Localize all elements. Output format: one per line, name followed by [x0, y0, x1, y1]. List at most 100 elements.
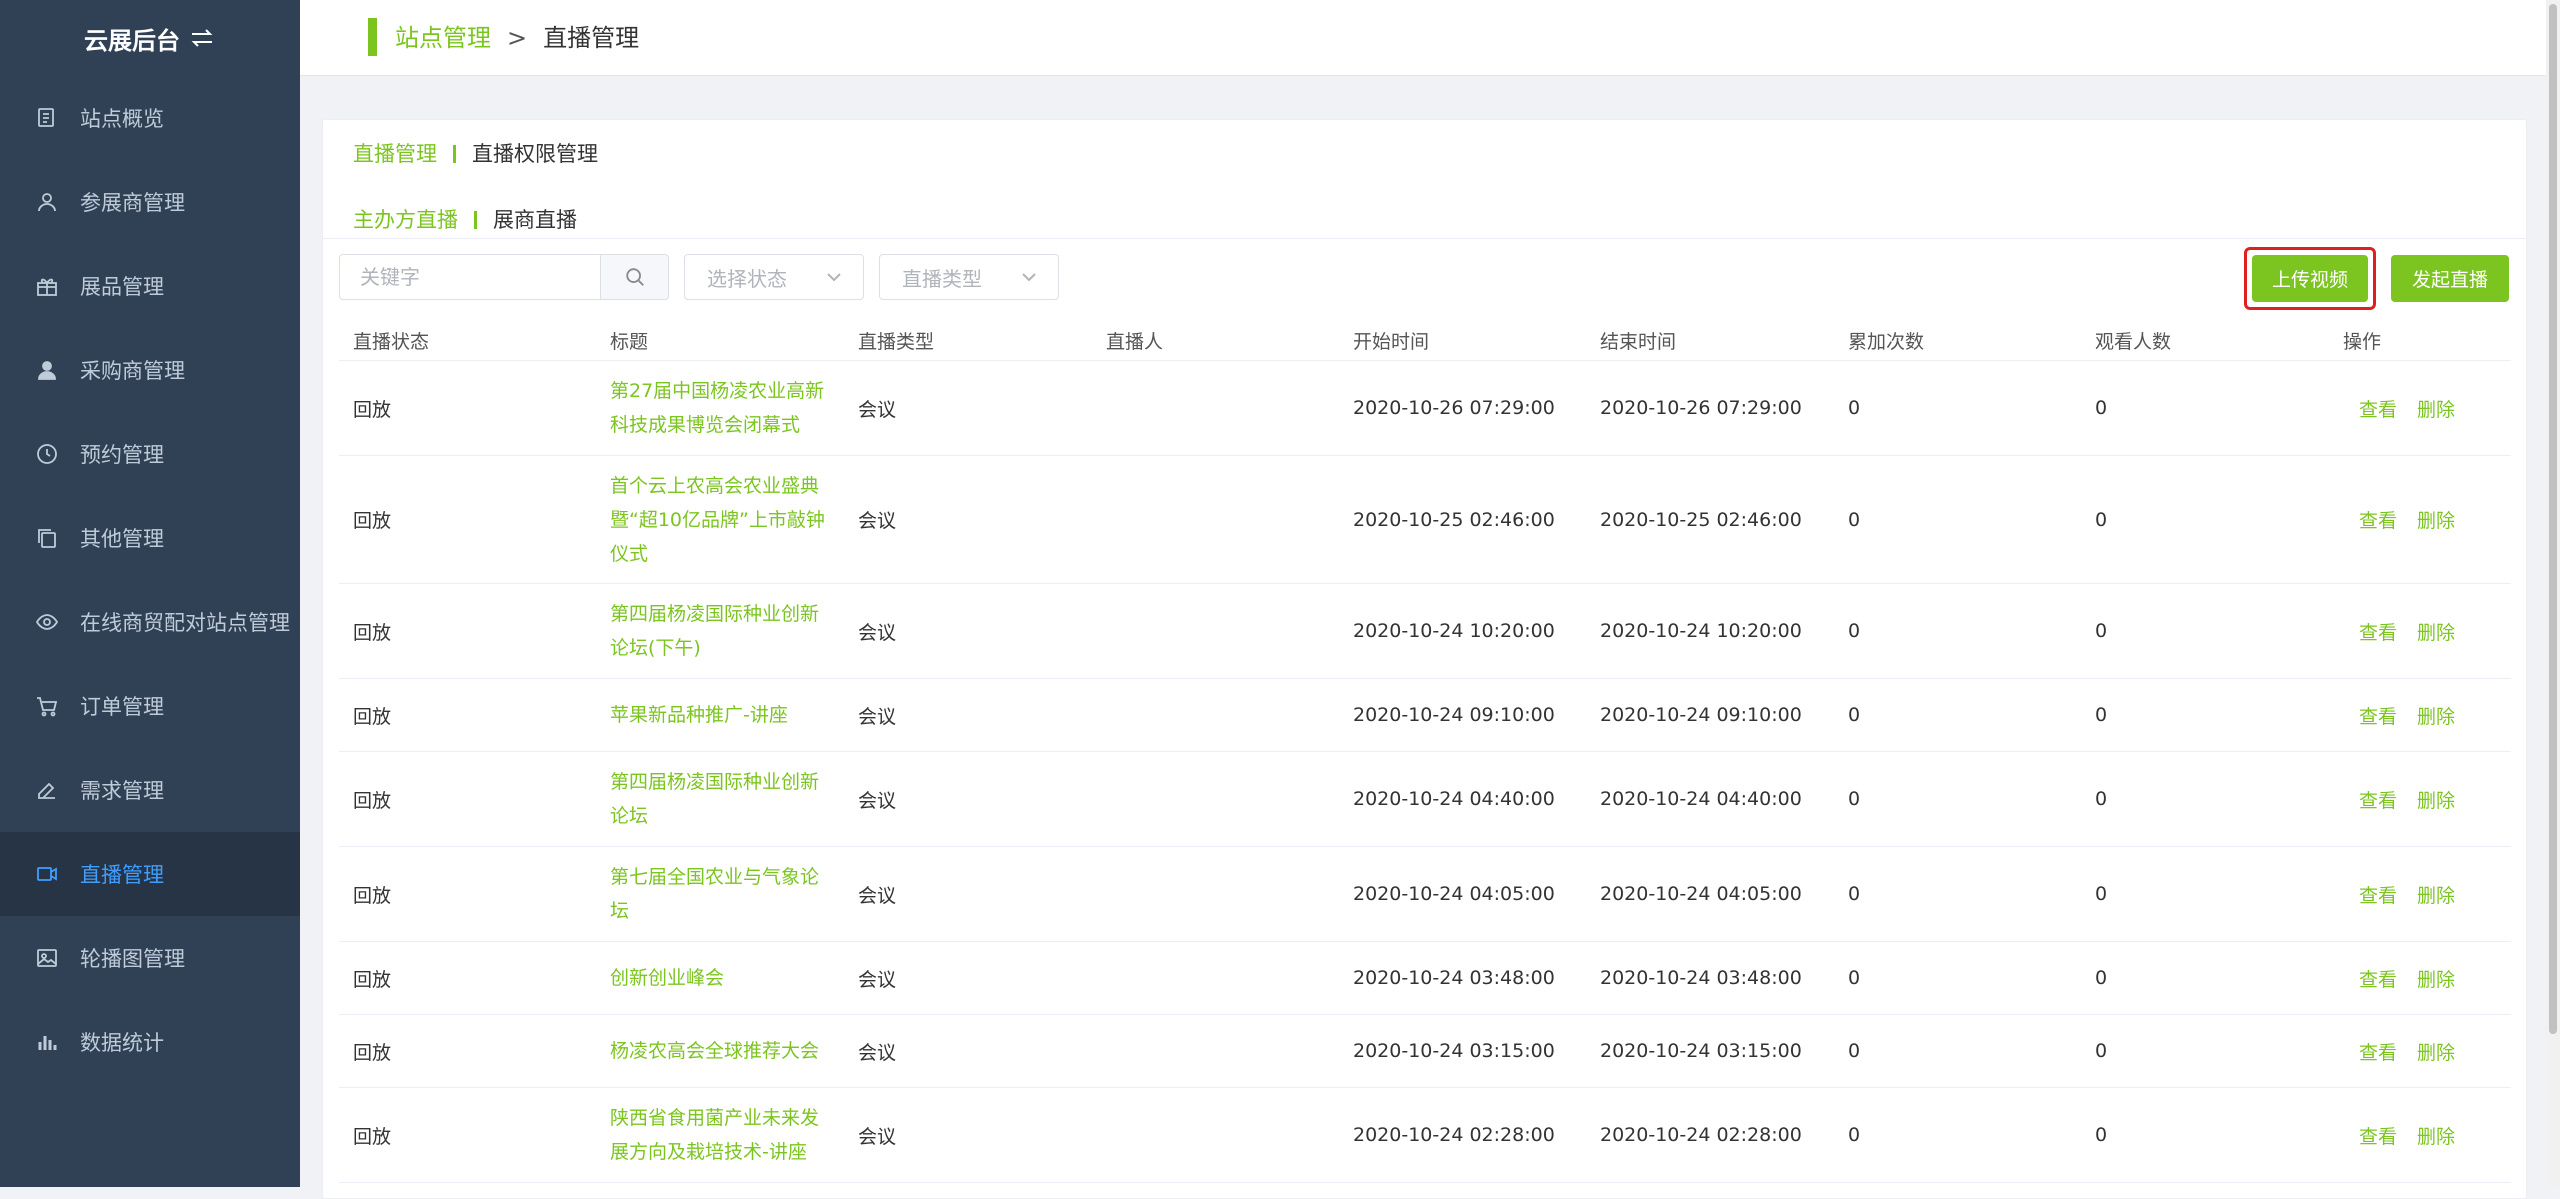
view-link[interactable]: 查看	[2359, 702, 2397, 729]
cell-count: 0	[1848, 883, 1861, 905]
cell-title[interactable]: 创新创业峰会	[596, 961, 844, 995]
column-header: 结束时间	[1600, 330, 1677, 353]
brand: 云展后台	[0, 0, 300, 76]
delete-link[interactable]: 删除	[2417, 965, 2455, 992]
sidebar-item-6[interactable]: 在线商贸配对站点管理	[0, 580, 300, 664]
keyword-search-input[interactable]	[339, 254, 601, 300]
table-row: 回放 第27届中国杨凌农业高新科技成果博览会闭幕式 会议 2020-10-26 07:…	[339, 361, 2511, 456]
scrollbar-thumb[interactable]	[2549, 4, 2557, 1034]
sidebar-item-5[interactable]: 其他管理	[0, 496, 300, 580]
view-link[interactable]: 查看	[2359, 506, 2397, 533]
status-select[interactable]: 选择状态	[684, 254, 864, 300]
primary-tabs: 直播管理 直播权限管理	[353, 136, 598, 172]
cell-start: 2020-10-24 04:40:00	[1353, 788, 1555, 810]
cell-title[interactable]: 陕西省食用菌产业未来发展方向及栽培技术-讲座	[596, 1101, 844, 1169]
cell-title[interactable]: 苹果新品种推广-讲座	[596, 698, 844, 732]
cell-count: 0	[1848, 704, 1861, 726]
sidebar-item-4[interactable]: 预约管理	[0, 412, 300, 496]
cell-count: 0	[1848, 967, 1861, 989]
sidebar-item-0[interactable]: 站点概览	[0, 76, 300, 160]
live-type-select[interactable]: 直播类型	[879, 254, 1059, 300]
scrollbar[interactable]	[2546, 0, 2560, 1187]
sidebar-item-3[interactable]: 采购商管理	[0, 328, 300, 412]
cell-actions: 查看 删除	[2329, 395, 2511, 422]
view-link[interactable]: 查看	[2359, 965, 2397, 992]
cell-type: 会议	[858, 705, 897, 728]
cell-viewers: 0	[2095, 1040, 2108, 1062]
table-body: 回放 第27届中国杨凌农业高新科技成果博览会闭幕式 会议 2020-10-26 07:…	[339, 361, 2511, 1183]
tab-live-management[interactable]: 直播管理	[353, 136, 437, 172]
cell-title[interactable]: 第七届全国农业与气象论坛	[596, 860, 844, 928]
column-header: 观看人数	[2095, 330, 2172, 353]
delete-link[interactable]: 删除	[2417, 786, 2455, 813]
column-header: 标题	[610, 330, 649, 353]
cell-type: 会议	[858, 789, 897, 812]
sidebar-item-label: 直播管理	[80, 863, 164, 887]
cell-type: 会议	[858, 398, 897, 421]
table-row: 回放 第四届杨凌国际种业创新论坛 会议 2020-10-24 04:40:00 2020…	[339, 752, 2511, 847]
breadcrumb-parent[interactable]: 站点管理	[395, 20, 491, 56]
cart-icon	[34, 693, 60, 719]
search-button[interactable]	[601, 254, 669, 300]
secondary-tabs: 主办方直播 展商直播	[353, 202, 577, 238]
chevron-down-icon	[827, 273, 841, 282]
cell-end: 2020-10-24 09:10:00	[1600, 704, 1802, 726]
view-link[interactable]: 查看	[2359, 395, 2397, 422]
cell-start: 2020-10-24 04:05:00	[1353, 883, 1555, 905]
cell-count: 0	[1848, 508, 1861, 531]
cell-start: 2020-10-24 02:28:00	[1353, 1124, 1555, 1146]
sidebar-item-1[interactable]: 参展商管理	[0, 160, 300, 244]
cell-title[interactable]: 第四届杨凌国际种业创新论坛(下午)	[596, 597, 844, 665]
view-link[interactable]: 查看	[2359, 881, 2397, 908]
view-link[interactable]: 查看	[2359, 1122, 2397, 1149]
cell-type: 会议	[858, 1041, 897, 1064]
cell-end: 2020-10-24 03:48:00	[1600, 967, 1802, 989]
upload-video-button[interactable]: 上传视频	[2252, 255, 2368, 302]
tab-organizer-live[interactable]: 主办方直播	[353, 202, 458, 238]
tab-exhibitor-live[interactable]: 展商直播	[493, 202, 577, 238]
cell-end: 2020-10-24 04:40:00	[1600, 788, 1802, 810]
delete-link[interactable]: 删除	[2417, 506, 2455, 533]
delete-link[interactable]: 删除	[2417, 618, 2455, 645]
top-bar: 站点管理 > 直播管理	[300, 0, 2560, 76]
sidebar-item-11[interactable]: 数据统计	[0, 1000, 300, 1084]
delete-link[interactable]: 删除	[2417, 1038, 2455, 1065]
sidebar-item-2[interactable]: 展品管理	[0, 244, 300, 328]
sidebar-item-9[interactable]: 直播管理	[0, 832, 300, 916]
table-row: 回放 首个云上农高会农业盛典暨“超10亿品牌”上市敲钟仪式 会议 2020-10-25…	[339, 456, 2511, 584]
cell-end: 2020-10-24 02:28:00	[1600, 1124, 1802, 1146]
cell-actions: 查看 删除	[2329, 1038, 2511, 1065]
delete-link[interactable]: 删除	[2417, 881, 2455, 908]
cell-title[interactable]: 首个云上农高会农业盛典暨“超10亿品牌”上市敲钟仪式	[596, 469, 844, 571]
sidebar-item-label: 预约管理	[80, 443, 164, 467]
cell-status: 回放	[353, 398, 392, 421]
sidebar-item-8[interactable]: 需求管理	[0, 748, 300, 832]
cell-viewers: 0	[2095, 704, 2108, 726]
cell-actions: 查看 删除	[2329, 702, 2511, 729]
view-link[interactable]: 查看	[2359, 786, 2397, 813]
delete-link[interactable]: 删除	[2417, 702, 2455, 729]
view-link[interactable]: 查看	[2359, 1038, 2397, 1065]
switch-icon[interactable]	[188, 26, 216, 50]
view-link[interactable]: 查看	[2359, 618, 2397, 645]
cell-count: 0	[1848, 788, 1861, 810]
divider	[323, 238, 2526, 239]
column-header: 直播类型	[858, 330, 935, 353]
cell-title[interactable]: 杨凌农高会全球推荐大会	[596, 1034, 844, 1068]
cell-actions: 查看 删除	[2329, 1122, 2511, 1149]
delete-link[interactable]: 删除	[2417, 1122, 2455, 1149]
cell-actions: 查看 删除	[2329, 881, 2511, 908]
delete-link[interactable]: 删除	[2417, 395, 2455, 422]
tab-live-permissions[interactable]: 直播权限管理	[472, 136, 598, 172]
cell-title[interactable]: 第27届中国杨凌农业高新科技成果博览会闭幕式	[596, 374, 844, 442]
cell-actions: 查看 删除	[2329, 965, 2511, 992]
sidebar-item-10[interactable]: 轮播图管理	[0, 916, 300, 1000]
table-row: 回放 苹果新品种推广-讲座 会议 2020-10-24 09:10:00 2020-10…	[339, 679, 2511, 752]
table-header: 直播状态 标题 直播类型 直播人 开始时间 结束时间 累加次数 观看人数 操作	[339, 320, 2511, 361]
sidebar-item-7[interactable]: 订单管理	[0, 664, 300, 748]
cell-title[interactable]: 第四届杨凌国际种业创新论坛	[596, 765, 844, 833]
cell-viewers: 0	[2095, 397, 2108, 419]
table-row: 回放 第四届杨凌国际种业创新论坛(下午) 会议 2020-10-24 10:20:00…	[339, 584, 2511, 679]
start-live-button[interactable]: 发起直播	[2391, 255, 2509, 302]
sidebar-item-label: 站点概览	[80, 107, 164, 131]
